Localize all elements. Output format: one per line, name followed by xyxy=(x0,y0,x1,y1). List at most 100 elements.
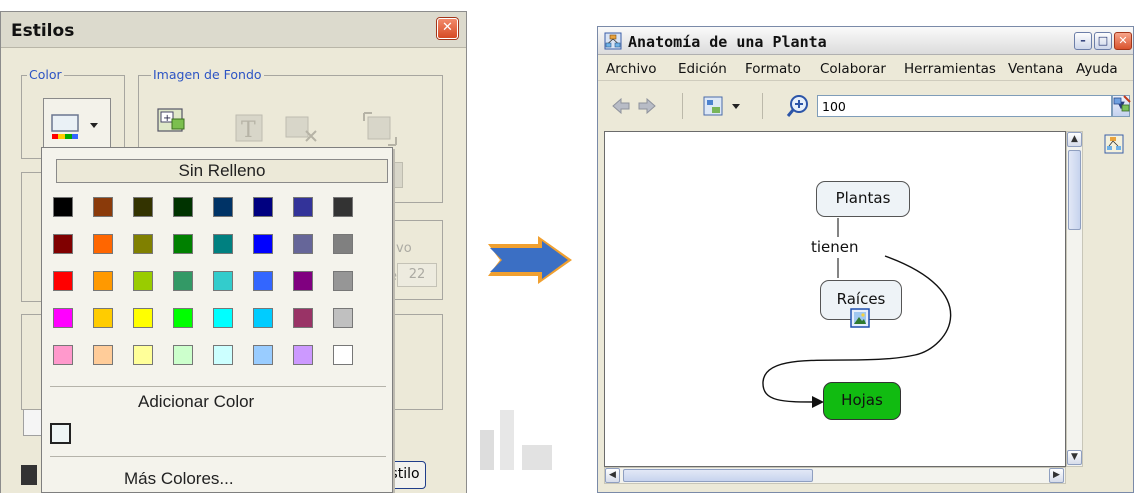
cmap-titlebar[interactable]: Anatomía de una Planta – □ ✕ xyxy=(598,27,1133,55)
add-background-image-button[interactable]: + xyxy=(149,98,199,148)
scroll-right-icon[interactable]: ▶ xyxy=(1049,468,1064,483)
view-options-icon[interactable] xyxy=(702,94,744,118)
horizontal-scroll-thumb[interactable] xyxy=(623,469,813,482)
zoom-value: 100 xyxy=(822,99,846,114)
color-swatch[interactable] xyxy=(93,308,113,328)
color-swatch[interactable] xyxy=(133,345,153,365)
collaborate-icon[interactable] xyxy=(1104,134,1124,154)
link-phrase-tienen[interactable]: tienen xyxy=(810,238,860,256)
fill-color-icon xyxy=(51,114,98,139)
vertical-scroll-thumb[interactable] xyxy=(1068,150,1081,230)
toolbar-separator xyxy=(682,93,683,119)
horizontal-scrollbar[interactable]: ◀ ▶ xyxy=(604,467,1066,484)
color-swatch[interactable] xyxy=(253,308,273,328)
image-position-button[interactable] xyxy=(359,108,399,148)
color-swatch[interactable] xyxy=(333,345,353,365)
cmap-window-title: Anatomía de una Planta xyxy=(628,33,827,51)
concept-hojas[interactable]: Hojas xyxy=(823,382,901,420)
font-size-field[interactable]: 22 xyxy=(397,263,437,287)
color-swatch[interactable] xyxy=(93,271,113,291)
menu-edicion[interactable]: Edición xyxy=(678,61,727,77)
close-window-icon[interactable]: ✕ xyxy=(1114,32,1132,50)
menu-formato[interactable]: Formato xyxy=(745,61,801,77)
color-swatch[interactable] xyxy=(333,197,353,217)
edit-map-icon[interactable] xyxy=(1112,94,1132,114)
color-swatch[interactable] xyxy=(173,308,193,328)
concept-plantas[interactable]: Plantas xyxy=(816,181,910,217)
scroll-down-icon[interactable]: ▼ xyxy=(1067,450,1082,465)
custom-color-swatch[interactable] xyxy=(50,423,71,444)
color-swatch[interactable] xyxy=(213,271,233,291)
menu-ventana[interactable]: Ventana xyxy=(1008,61,1063,77)
close-icon[interactable]: ✕ xyxy=(437,18,458,39)
scroll-up-icon[interactable]: ▲ xyxy=(1067,132,1082,147)
color-swatch[interactable] xyxy=(333,271,353,291)
menu-ayuda[interactable]: Ayuda xyxy=(1076,61,1118,77)
color-swatch[interactable] xyxy=(213,197,233,217)
text-style-button[interactable]: T xyxy=(229,108,269,148)
color-dropdown-button[interactable] xyxy=(43,98,111,150)
color-swatch[interactable] xyxy=(293,345,313,365)
color-swatch[interactable] xyxy=(53,197,73,217)
play-button[interactable] xyxy=(21,465,37,485)
color-swatch[interactable] xyxy=(173,234,193,254)
menu-bar: Archivo Edición Formato Colaborar Herram… xyxy=(598,56,1133,80)
remove-image-icon xyxy=(285,116,317,142)
color-swatch[interactable] xyxy=(173,271,193,291)
color-swatch[interactable] xyxy=(173,345,193,365)
popup-separator xyxy=(50,386,386,387)
menu-colaborar[interactable]: Colaborar xyxy=(820,61,886,77)
color-swatch[interactable] xyxy=(133,271,153,291)
concept-map-canvas[interactable]: Plantas tienen Raíces Hojas xyxy=(604,131,1066,467)
color-swatch[interactable] xyxy=(53,234,73,254)
zoom-icon[interactable] xyxy=(786,93,812,119)
back-arrow-icon[interactable] xyxy=(612,98,630,114)
forward-arrow-icon[interactable] xyxy=(638,98,656,114)
vertical-scrollbar[interactable]: ▲ ▼ xyxy=(1066,131,1083,467)
add-image-icon: + xyxy=(157,108,185,132)
mas-colores-link[interactable]: Más Colores... xyxy=(124,469,234,489)
text-t-icon: T xyxy=(235,114,263,143)
color-swatch[interactable] xyxy=(93,197,113,217)
color-swatch[interactable] xyxy=(333,234,353,254)
zoom-input[interactable]: 100 xyxy=(817,95,1112,117)
adicionar-color-label: Adicionar Color xyxy=(138,392,255,411)
color-swatch[interactable] xyxy=(93,234,113,254)
scroll-left-icon[interactable]: ◀ xyxy=(605,468,620,483)
faded-label: vo xyxy=(396,241,412,256)
minimize-icon[interactable]: – xyxy=(1074,32,1092,50)
hidden-slider[interactable] xyxy=(23,410,43,436)
color-swatch[interactable] xyxy=(333,308,353,328)
color-swatch[interactable] xyxy=(213,345,233,365)
sin-relleno-button[interactable]: Sin Relleno xyxy=(56,159,388,183)
color-swatch[interactable] xyxy=(213,234,233,254)
color-swatch[interactable] xyxy=(213,308,233,328)
color-swatch[interactable] xyxy=(253,197,273,217)
color-swatch[interactable] xyxy=(133,308,153,328)
menu-archivo[interactable]: Archivo xyxy=(606,61,656,77)
image-resource-icon[interactable] xyxy=(850,308,870,328)
color-swatch[interactable] xyxy=(53,308,73,328)
popup-separator-2 xyxy=(50,456,386,457)
color-group-label: Color xyxy=(27,67,64,82)
color-swatch[interactable] xyxy=(93,345,113,365)
remove-image-button[interactable] xyxy=(281,108,321,148)
estilos-titlebar[interactable]: Estilos ✕ xyxy=(1,12,466,48)
color-swatch[interactable] xyxy=(133,234,153,254)
color-swatch[interactable] xyxy=(253,234,273,254)
color-swatch[interactable] xyxy=(293,271,313,291)
transition-arrow xyxy=(488,236,572,284)
color-swatch[interactable] xyxy=(293,308,313,328)
color-swatch[interactable] xyxy=(133,197,153,217)
maximize-icon[interactable]: □ xyxy=(1094,32,1112,50)
color-swatch[interactable] xyxy=(173,197,193,217)
menu-herramientas[interactable]: Herramientas xyxy=(904,61,996,77)
color-swatch[interactable] xyxy=(293,234,313,254)
color-swatch[interactable] xyxy=(293,197,313,217)
background-decoration xyxy=(480,410,552,470)
svg-text:T: T xyxy=(241,118,256,143)
color-swatch[interactable] xyxy=(53,345,73,365)
color-swatch[interactable] xyxy=(53,271,73,291)
color-swatch[interactable] xyxy=(253,345,273,365)
color-swatch[interactable] xyxy=(253,271,273,291)
